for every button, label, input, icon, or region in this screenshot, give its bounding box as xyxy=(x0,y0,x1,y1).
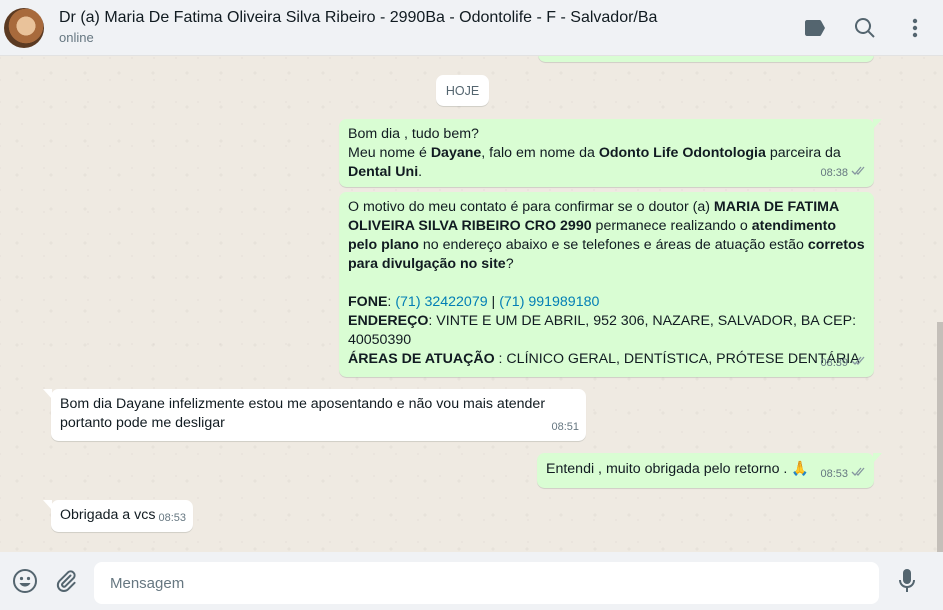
read-ticks-icon xyxy=(851,354,867,373)
read-ticks-icon xyxy=(851,465,867,484)
message-time: 08:51 xyxy=(551,421,579,433)
contact-info[interactable]: Dr (a) Maria De Fatima Oliveira Silva Ri… xyxy=(59,7,657,48)
message-time: 08:38 xyxy=(820,167,848,179)
message-input[interactable] xyxy=(94,562,879,604)
search-icon[interactable] xyxy=(853,16,877,40)
contact-status: online xyxy=(59,30,94,45)
message-meta: 08:53 xyxy=(820,465,867,484)
message-meta: 08:39 xyxy=(820,354,867,373)
message-meta: 08:53 xyxy=(158,509,186,528)
previous-message-bubble xyxy=(538,56,874,62)
incoming-message[interactable]: Obrigada a vcs 08:53 xyxy=(43,500,193,532)
incoming-message[interactable]: Bom dia Dayane infelizmente estou me apo… xyxy=(43,389,586,441)
menu-icon[interactable] xyxy=(903,16,927,40)
phone-link[interactable]: (71) 32422079 xyxy=(395,294,487,310)
message-text: Entendi , muito obrigada pelo retorno . … xyxy=(546,461,809,477)
attach-icon[interactable] xyxy=(53,568,79,594)
contact-name: Dr (a) Maria De Fatima Oliveira Silva Ri… xyxy=(59,9,658,26)
message-meta: 08:38 xyxy=(820,164,867,183)
scrollbar-thumb[interactable] xyxy=(937,322,943,552)
outgoing-message[interactable]: Entendi , muito obrigada pelo retorno . … xyxy=(537,453,882,488)
message-meta: 08:51 xyxy=(551,418,579,437)
chat-header: Dr (a) Maria De Fatima Oliveira Silva Ri… xyxy=(0,0,943,56)
message-text: O motivo do meu contato é para confirmar… xyxy=(348,199,865,367)
contact-avatar[interactable] xyxy=(4,7,44,48)
emoji-icon[interactable] xyxy=(12,568,38,594)
message-time: 08:53 xyxy=(158,512,186,524)
phone-link[interactable]: (71) 991989180 xyxy=(499,294,599,310)
chat-area[interactable]: HOJE Bom dia , tudo bem? Meu nome é Daya… xyxy=(0,56,943,552)
bubble-tail xyxy=(43,500,52,510)
date-divider: HOJE xyxy=(436,75,489,106)
message-time: 08:53 xyxy=(820,468,848,480)
message-composer xyxy=(0,552,943,610)
outgoing-message[interactable]: Bom dia , tudo bem? Meu nome é Dayane, f… xyxy=(339,119,882,187)
read-ticks-icon xyxy=(851,164,867,183)
bubble-tail xyxy=(43,389,52,399)
message-text: Bom dia Dayane infelizmente estou me apo… xyxy=(60,396,546,431)
message-text: Bom dia , tudo bem? Meu nome é Dayane, f… xyxy=(348,126,841,180)
bubble-tail xyxy=(873,453,882,463)
label-icon[interactable] xyxy=(803,16,827,40)
microphone-icon[interactable] xyxy=(894,568,920,594)
header-actions xyxy=(777,0,927,56)
outgoing-message[interactable]: O motivo do meu contato é para confirmar… xyxy=(339,192,874,377)
message-time: 08:39 xyxy=(820,357,848,369)
bubble-tail xyxy=(873,119,882,129)
